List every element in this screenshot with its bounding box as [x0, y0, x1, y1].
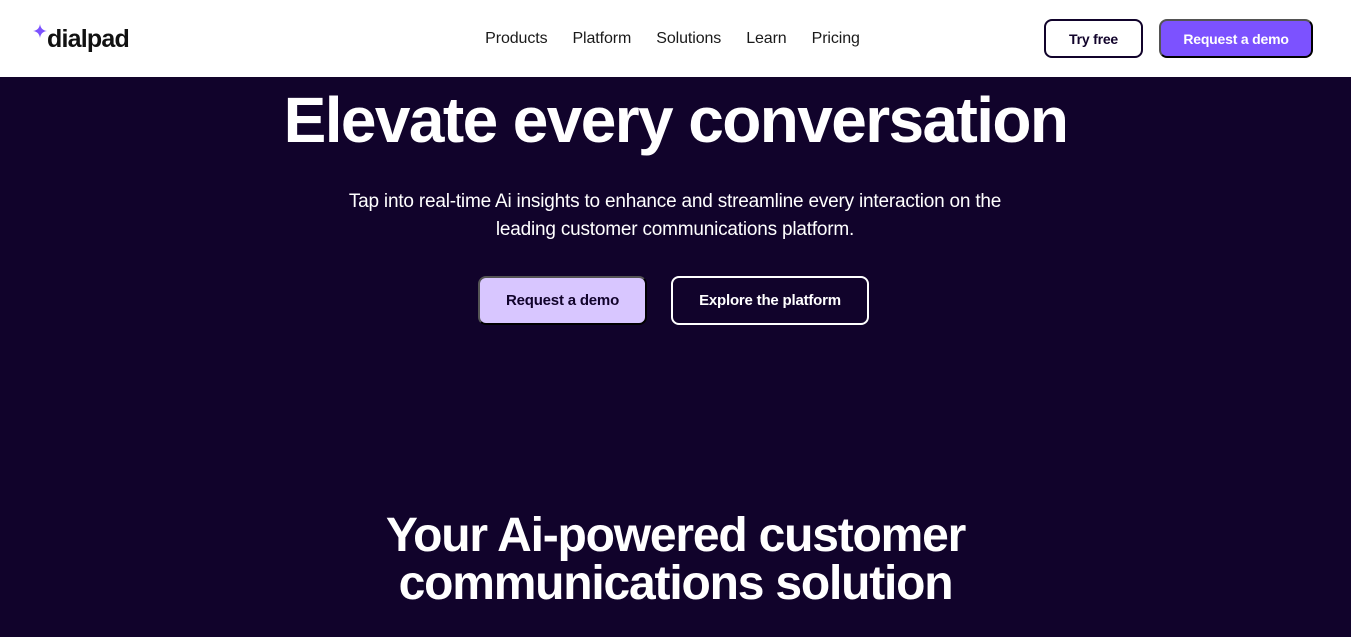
try-free-button[interactable]: Try free: [1044, 19, 1143, 58]
nav-item-platform[interactable]: Platform: [572, 25, 631, 53]
main-nav: Products Platform Solutions Learn Pricin…: [0, 25, 1351, 53]
sparkle-icon: [33, 24, 47, 38]
hero-request-demo-button[interactable]: Request a demo: [478, 276, 647, 325]
section-title: Your Ai-powered customer communications …: [0, 512, 1351, 608]
nav-item-solutions[interactable]: Solutions: [656, 25, 721, 53]
hero-title: Elevate every conversation: [283, 84, 1069, 156]
nav-item-products[interactable]: Products: [485, 25, 547, 53]
hero-subtitle: Tap into real-time Ai insights to enhanc…: [348, 191, 1002, 240]
section-title-line-1: Your Ai-powered customer: [385, 509, 966, 562]
header-request-demo-button[interactable]: Request a demo: [1159, 19, 1313, 58]
explore-platform-button[interactable]: Explore the platform: [671, 276, 869, 325]
site-header: dialpad Products Platform Solutions Lear…: [0, 0, 1351, 77]
nav-item-learn[interactable]: Learn: [746, 25, 787, 53]
dialpad-logo[interactable]: dialpad: [33, 22, 130, 56]
section-title-line-2: communications solution: [398, 557, 954, 610]
logo-text: dialpad: [47, 25, 130, 53]
nav-item-pricing[interactable]: Pricing: [812, 25, 860, 53]
